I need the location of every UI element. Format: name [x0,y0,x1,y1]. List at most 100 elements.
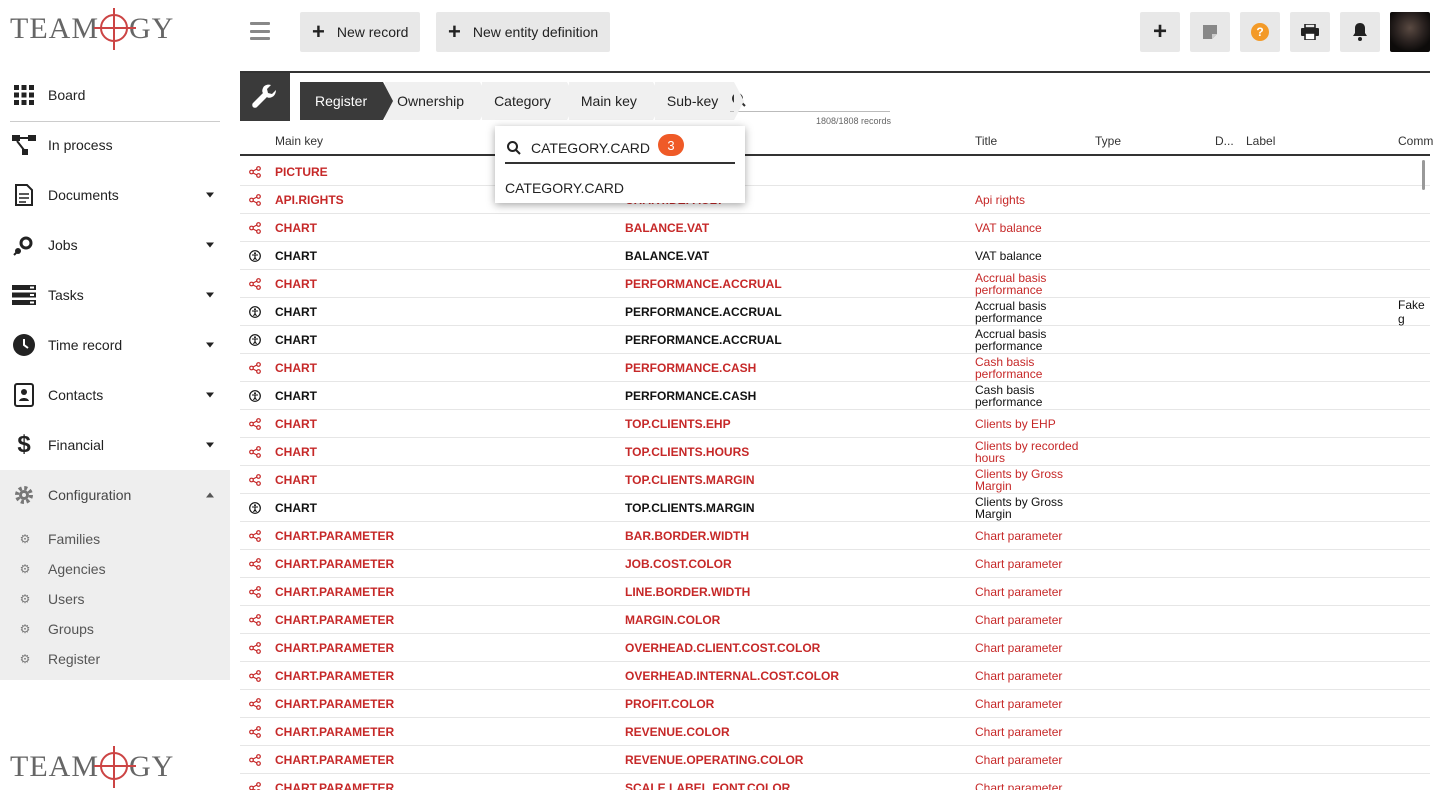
share-icon[interactable] [248,746,262,773]
col-title[interactable]: Title [975,134,997,148]
table-row[interactable]: CHART TOP.CLIENTS.EHP Clients by EHP [240,410,1430,438]
gear-icon: ⚙ [19,652,31,666]
table-row[interactable]: CHART PERFORMANCE.ACCRUAL Accrual basis pe… [240,270,1430,298]
nav-in-process[interactable]: In process [0,120,230,170]
table-row[interactable]: CHART PERFORMANCE.ACCRUAL Accrual basis pe… [240,326,1430,354]
share-icon[interactable] [248,186,262,213]
breadcrumb-sub-key[interactable]: Sub-key [654,82,745,120]
table-search [730,88,890,112]
breadcrumb-category[interactable]: Category [482,82,577,120]
table-row[interactable]: CHART.PARAMETER PROFIT.COLOR Chart paramet… [240,690,1430,718]
popup-search[interactable]: CATEGORY.CARD 3 [505,134,735,164]
breadcrumb-ownership[interactable]: Ownership [385,82,490,120]
col-d[interactable]: D... [1215,134,1234,148]
col-comment[interactable]: Comm [1398,134,1433,148]
share-icon[interactable] [248,550,262,577]
nav-tasks[interactable]: Tasks [0,270,230,320]
chevron-down-icon[interactable] [206,392,214,398]
nav-financial[interactable]: $ Financial [0,420,230,470]
table-row[interactable]: CHART TOP.CLIENTS.MARGIN Clients by Gross … [240,466,1430,494]
nav-jobs[interactable]: Jobs [0,220,230,270]
share-icon[interactable] [248,578,262,605]
user-avatar[interactable] [1390,12,1430,52]
table-row[interactable]: CHART.PARAMETER JOB.COST.COLOR Chart param… [240,550,1430,578]
share-icon[interactable] [248,214,262,241]
sub-register[interactable]: ⚙ Register [0,644,230,674]
table-row[interactable]: CHART PERFORMANCE.ACCRUAL Accrual basis pe… [240,298,1430,326]
share-icon[interactable] [248,690,262,717]
share-icon[interactable] [248,662,262,689]
chevron-down-icon[interactable] [206,192,214,198]
table-row[interactable]: CHART TOP.CLIENTS.MARGIN Clients by Gross … [240,494,1430,522]
col-label[interactable]: Label [1246,134,1275,148]
chevron-down-icon[interactable] [206,292,214,298]
hamburger-menu-icon[interactable] [250,22,270,40]
table-row[interactable]: CHART.PARAMETER LINE.BORDER.WIDTH Chart pa… [240,578,1430,606]
logo-text-left: TEAM [10,12,99,45]
table-row[interactable]: API.RIGHTSCHART.DEFAULTApi rights [240,186,1430,214]
accessibility-icon[interactable] [248,298,262,325]
share-icon[interactable] [248,438,262,465]
table-scrollbar[interactable] [1422,160,1425,190]
print-button[interactable] [1290,12,1330,52]
table-row[interactable]: CHART.PARAMETER OVERHEAD.INTERNAL.COST.CO… [240,662,1430,690]
chevron-down-icon[interactable] [206,242,214,248]
nav-documents[interactable]: Documents [0,170,230,220]
table-row[interactable]: CHART BALANCE.VAT VAT balance [240,214,1430,242]
help-button[interactable]: ? [1240,12,1280,52]
col-main-key[interactable]: Main key [275,134,323,148]
table-row[interactable]: CHART.PARAMETER REVENUE.OPERATING.COLOR Ch… [240,746,1430,774]
nav-time-record[interactable]: Time record [0,320,230,370]
breadcrumb-main-key[interactable]: Main key [568,82,663,120]
wrench-icon[interactable] [240,73,290,121]
chevron-up-icon[interactable] [206,492,214,498]
table-row[interactable]: CHART BALANCE.VAT VAT balance [240,242,1430,270]
add-button[interactable]: + [1140,12,1180,52]
accessibility-icon[interactable] [248,494,262,521]
table-row[interactable]: CHART.PARAMETER SCALE.LABEL.FONT.COLOR Cha… [240,774,1430,790]
accessibility-icon[interactable] [248,382,262,409]
share-icon[interactable] [248,158,262,185]
table-row[interactable]: CHART TOP.CLIENTS.HOURS Clients by recorde… [240,438,1430,466]
sub-families[interactable]: ⚙ Families [0,524,230,554]
share-icon[interactable] [248,466,262,493]
table-row[interactable]: CHART.PARAMETER REVENUE.COLOR Chart parame… [240,718,1430,746]
title-cell: Clients by Gross Margin [975,466,1064,493]
print-icon [1301,24,1319,40]
share-icon[interactable] [248,270,262,297]
teamogy-logo[interactable]: TEAM GY [10,10,174,46]
share-icon[interactable] [248,718,262,745]
accessibility-icon[interactable] [248,326,262,353]
sub-users[interactable]: ⚙ Users [0,584,230,614]
table-row[interactable]: CHART PERFORMANCE.CASH Cash basis performa… [240,354,1430,382]
table-row[interactable]: CHART.PARAMETER OVERHEAD.CLIENT.COST.COLO… [240,634,1430,662]
share-icon[interactable] [248,522,262,549]
table-row[interactable]: CHART PERFORMANCE.CASH Cash basis performa… [240,382,1430,410]
main-key-cell: CHART.PARAMETER [275,668,395,683]
col-type[interactable]: Type [1095,134,1121,148]
new-entity-definition-button[interactable]: + New entity definition [436,12,611,52]
table-row[interactable]: CHART.PARAMETER BAR.BORDER.WIDTH Chart par… [240,522,1430,550]
share-icon[interactable] [248,774,262,790]
nav-configuration[interactable]: Configuration [0,470,230,520]
share-icon[interactable] [248,410,262,437]
accessibility-icon[interactable] [248,242,262,269]
popup-result-item[interactable]: CATEGORY.CARD [505,180,624,196]
search-input[interactable] [754,92,884,107]
chevron-down-icon[interactable] [206,342,214,348]
breadcrumb-register[interactable]: Register [300,82,394,120]
note-button[interactable] [1190,12,1230,52]
chevron-down-icon[interactable] [206,442,214,448]
sub-groups[interactable]: ⚙ Groups [0,614,230,644]
sub-agencies[interactable]: ⚙ Agencies [0,554,230,584]
share-icon[interactable] [248,354,262,381]
share-icon[interactable] [248,634,262,661]
notifications-button[interactable] [1340,12,1380,52]
table-row[interactable]: CHART.PARAMETER MARGIN.COLOR Chart paramet… [240,606,1430,634]
share-icon[interactable] [248,606,262,633]
table-row[interactable]: PICTURE [240,158,1430,186]
nav-board[interactable]: Board [0,70,230,120]
nav-contacts[interactable]: Contacts [0,370,230,420]
new-record-button[interactable]: + New record [300,12,421,52]
teamogy-logo-footer: TEAM GY [10,748,174,784]
